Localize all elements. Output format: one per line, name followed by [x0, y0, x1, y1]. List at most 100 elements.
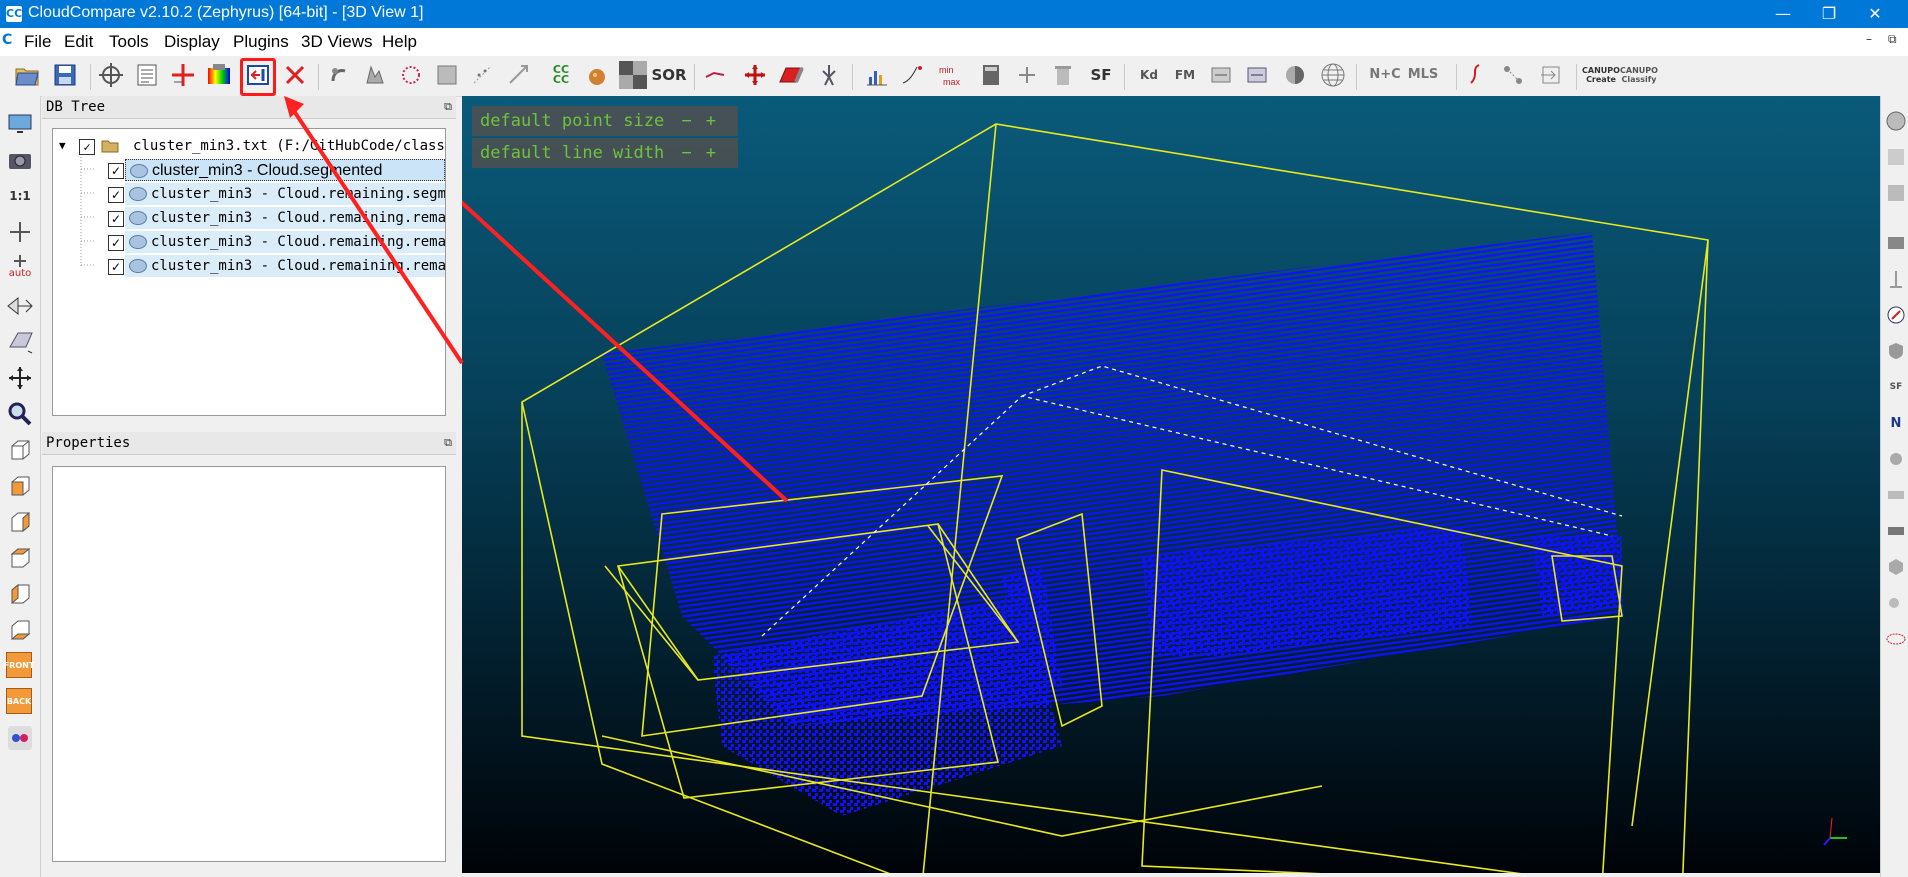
fit-icon[interactable] [504, 60, 534, 90]
tree-item-remaining-4[interactable]: cluster_min3 - Cloud.remaining.remai [125, 255, 445, 277]
plugin-ransac-icon[interactable] [1885, 592, 1907, 614]
subsample-icon[interactable] [360, 60, 390, 90]
canupo-create-button[interactable]: CANUPO Create [1582, 60, 1620, 90]
point-size-decrease-button[interactable]: − [682, 111, 706, 131]
fit-curve-icon[interactable] [898, 60, 928, 90]
close-button[interactable]: ✕ [1852, 0, 1898, 28]
light-icon[interactable] [6, 328, 34, 356]
view-left-icon[interactable] [6, 508, 34, 536]
cloud-cloud-distance-button[interactable]: CC CC [546, 60, 576, 90]
menu-help[interactable]: Help [382, 32, 417, 52]
color-scale-icon[interactable] [204, 60, 234, 90]
mls-button[interactable]: MLS [1408, 60, 1439, 90]
tree-item-checkbox[interactable]: ✓ [108, 235, 124, 251]
tree-item-checkbox[interactable]: ✓ [108, 187, 124, 203]
menu-display[interactable]: Display [164, 32, 220, 52]
point-pair-icon[interactable] [1498, 60, 1528, 90]
fullscreen-icon[interactable] [6, 110, 34, 138]
mesh-icon[interactable] [432, 60, 462, 90]
menu-3d-views[interactable]: 3D Views [301, 32, 373, 52]
plugin-ellipse-icon[interactable] [1885, 628, 1907, 650]
min-max-icon[interactable]: min max [936, 60, 966, 90]
plugin-m3c2-icon[interactable] [1885, 484, 1907, 506]
plugin-hex-icon[interactable] [1885, 556, 1907, 578]
save-icon[interactable] [50, 60, 80, 90]
add-sf-icon[interactable] [1012, 60, 1042, 90]
stereo-icon[interactable] [6, 724, 34, 752]
plugin-potion-icon[interactable] [582, 60, 612, 90]
canupo-classify-button[interactable]: CANUPO Classify [1620, 60, 1658, 90]
zoom-1-1-button[interactable]: 1:1 [6, 182, 34, 210]
db-tree-float-button[interactable]: ⧉ [440, 96, 452, 118]
global-shift-icon[interactable] [96, 60, 126, 90]
compass-icon[interactable] [1885, 304, 1907, 326]
point-size-increase-button[interactable]: + [706, 111, 730, 131]
sphere-icon[interactable] [1318, 60, 1348, 90]
plugin-c-icon[interactable] [1885, 448, 1907, 470]
tree-item-segmented[interactable]: cluster_min3 - Cloud.segmented [125, 159, 445, 181]
line-width-increase-button[interactable]: + [706, 143, 730, 163]
csv-plugin-icon[interactable] [1242, 60, 1272, 90]
minimize-button[interactable]: — [1760, 0, 1806, 28]
view-back-icon[interactable] [6, 544, 34, 572]
open-icon[interactable] [12, 60, 42, 90]
sample-points-icon[interactable] [324, 60, 354, 90]
camera-icon[interactable] [6, 146, 34, 174]
remove-sf-icon[interactable] [1048, 60, 1078, 90]
plugin-a-icon[interactable] [1885, 146, 1907, 168]
line-width-decrease-button[interactable]: − [682, 143, 706, 163]
facets-button[interactable]: FM [1170, 60, 1200, 90]
add-point-icon[interactable] [168, 60, 198, 90]
view-top-icon[interactable] [6, 436, 34, 464]
tree-item-checkbox[interactable]: ✓ [108, 163, 124, 179]
properties-float-button[interactable]: ⧉ [440, 432, 452, 454]
plugin-slice-icon[interactable] [1885, 268, 1907, 290]
shade-icon[interactable] [1280, 60, 1310, 90]
export-icon[interactable] [1536, 60, 1566, 90]
auto-pivot-button[interactable]: auto [6, 252, 34, 280]
pan-icon[interactable] [6, 364, 34, 392]
list-icon[interactable] [132, 60, 162, 90]
mdi-minimize-button[interactable]: – [1866, 32, 1872, 46]
calculator-icon[interactable] [976, 60, 1006, 90]
pivot-icon[interactable] [6, 218, 34, 246]
segment-plugin-icon[interactable] [1206, 60, 1236, 90]
sf-button[interactable]: SF [1086, 60, 1116, 90]
tree-item-checkbox[interactable]: ✓ [108, 259, 124, 275]
mdi-restore-button[interactable]: ⧉ [1888, 32, 1897, 47]
compass-plugin-icon[interactable] [1460, 60, 1490, 90]
menu-edit[interactable]: Edit [64, 32, 93, 52]
3d-view[interactable]: default point size −+ default line width… [462, 96, 1880, 873]
perspective-icon[interactable] [6, 292, 34, 320]
tree-item-checkbox[interactable]: ✓ [108, 211, 124, 227]
pick-point-icon[interactable] [814, 60, 844, 90]
plugin-film-icon[interactable] [1885, 232, 1907, 254]
menu-file[interactable]: File [24, 32, 51, 52]
histogram-icon[interactable] [862, 60, 892, 90]
tree-item-remaining-3[interactable]: cluster_min3 - Cloud.remaining.remai [125, 231, 445, 253]
plugin-b-icon[interactable] [1885, 182, 1907, 204]
restore-button[interactable]: ❐ [1806, 0, 1852, 28]
plugin-round-icon[interactable] [1885, 110, 1907, 132]
sf-plugin-button[interactable]: SF [1885, 376, 1907, 398]
tree-item-remaining-1[interactable]: cluster_min3 - Cloud.remaining.segm… [125, 183, 445, 205]
connect-icon[interactable] [700, 60, 730, 90]
translate-rotate-icon[interactable] [740, 60, 770, 90]
menu-plugins[interactable]: Plugins [233, 32, 289, 52]
checkerboard-icon[interactable] [618, 60, 648, 90]
shield-icon[interactable] [1885, 340, 1907, 362]
view-front-icon[interactable] [6, 472, 34, 500]
noise-filter-icon[interactable] [396, 60, 426, 90]
plugin-pcv-icon[interactable] [1885, 520, 1907, 542]
normals-button[interactable]: N [1885, 412, 1907, 434]
tree-item-remaining-2[interactable]: cluster_min3 - Cloud.remaining.remai [125, 207, 445, 229]
view-right-icon[interactable] [6, 580, 34, 608]
sor-filter-button[interactable]: SOR [651, 60, 686, 90]
view-front-iso-button[interactable]: FRONT [4, 652, 34, 678]
delete-icon[interactable] [280, 60, 310, 90]
normal-compute-button[interactable]: N+C [1369, 60, 1400, 90]
view-back-iso-button[interactable]: BACK [6, 688, 32, 714]
menu-tools[interactable]: Tools [109, 32, 149, 52]
zoom-icon[interactable] [6, 400, 34, 428]
kd-tree-button[interactable]: Kd [1134, 60, 1164, 90]
